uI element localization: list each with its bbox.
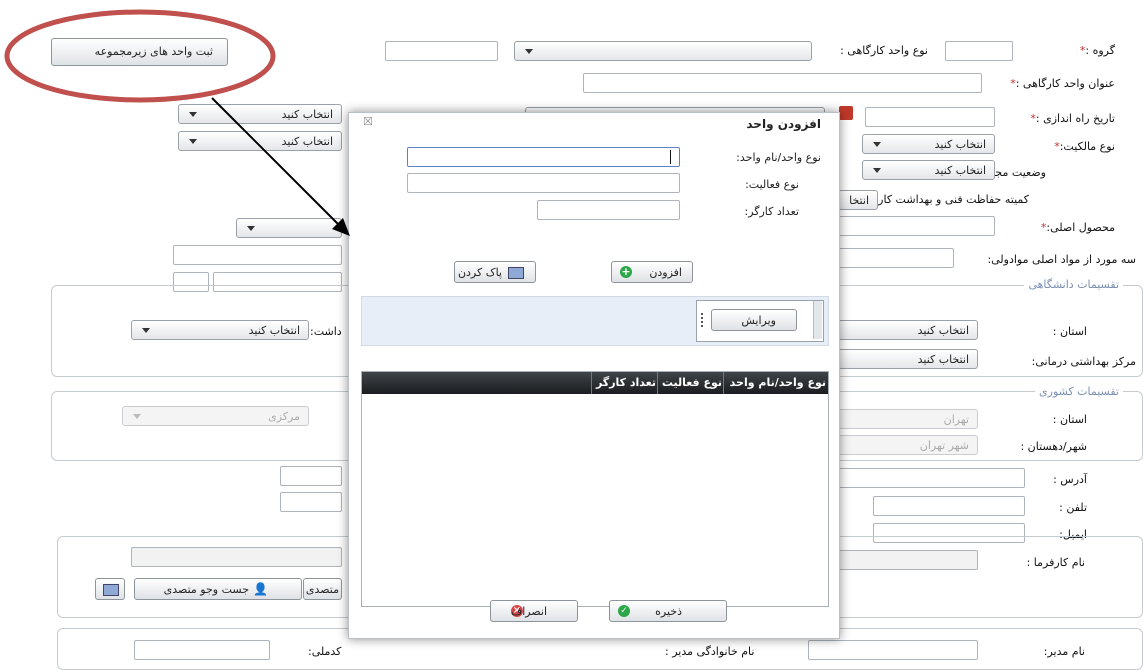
annotation-overlay bbox=[4, 9, 350, 236]
annotation-ellipse bbox=[4, 9, 276, 103]
annotation-arrow-line bbox=[211, 97, 341, 227]
